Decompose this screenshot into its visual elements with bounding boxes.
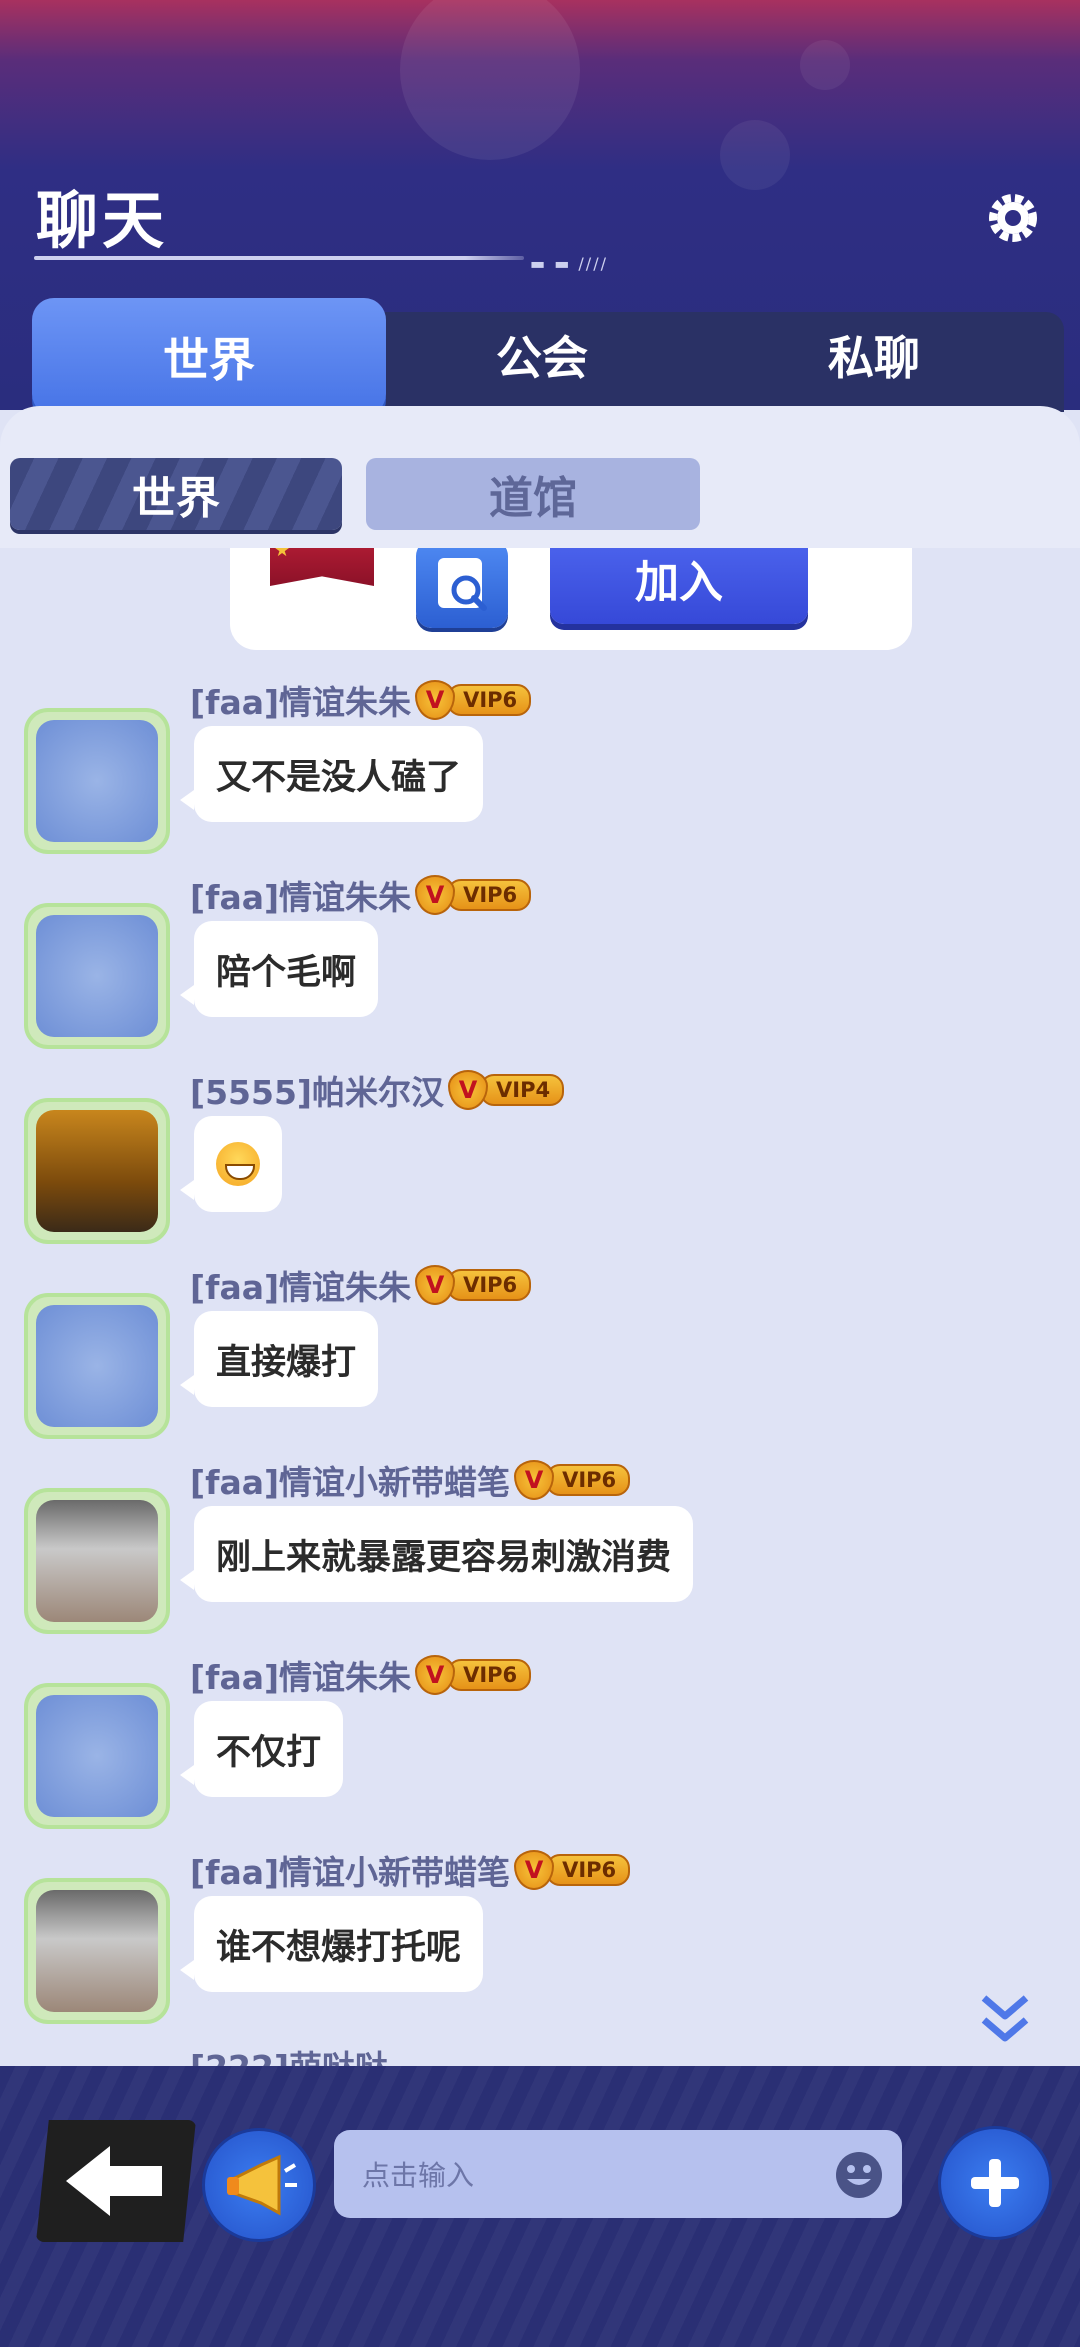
smiley-icon bbox=[836, 2152, 882, 2198]
magnifier-icon bbox=[438, 558, 487, 611]
chat-message: [faa]情谊朱朱 V VIP6 陪个毛啊 bbox=[0, 873, 1080, 1068]
vip-level: VIP6 bbox=[447, 879, 532, 911]
message-bubble[interactable]: 直接爆打 bbox=[179, 1311, 379, 1407]
subtab-gym[interactable]: 道馆 bbox=[366, 458, 700, 530]
grin-emoji-icon bbox=[216, 1142, 260, 1186]
sender-name[interactable]: [faa]情谊朱朱 V VIP6 bbox=[190, 1653, 532, 1697]
sender-name-text: [faa]情谊朱朱 bbox=[190, 878, 412, 917]
chat-message: [faa]情谊朱朱 V VIP6 直接爆打 bbox=[0, 1263, 1080, 1458]
chat-message: [faa]情谊朱朱 V VIP6 又不是没人磕了 bbox=[0, 678, 1080, 873]
vip-badge: V VIP6 bbox=[514, 1460, 631, 1500]
sender-name-text: [222]萌哒哒 bbox=[190, 2048, 389, 2068]
tab-private-chat[interactable]: 私聊 bbox=[704, 300, 1044, 410]
vip-shield-icon: V bbox=[514, 1850, 555, 1890]
avatar-image bbox=[36, 915, 158, 1037]
vip-badge: V VIP6 bbox=[415, 1655, 532, 1695]
avatar[interactable] bbox=[24, 708, 170, 854]
vip-badge: V VIP6 bbox=[415, 1265, 532, 1305]
message-input[interactable] bbox=[360, 2130, 824, 2220]
sender-name[interactable]: [faa]情谊朱朱 V VIP6 bbox=[190, 678, 532, 722]
sender-name[interactable]: [faa]情谊朱朱 V VIP6 bbox=[190, 1263, 532, 1307]
title-underline bbox=[34, 256, 524, 260]
guild-invite-card: ★ 加入 bbox=[230, 548, 912, 650]
vip-level: VIP4 bbox=[480, 1074, 565, 1106]
chat-message: [faa]情谊小新带蜡笔 V VIP6 谁不想爆打托呢 bbox=[0, 1848, 1080, 2043]
vip-badge: V VIP6 bbox=[415, 875, 532, 915]
page-title: 聊天 bbox=[36, 184, 169, 257]
plus-icon bbox=[971, 2159, 1019, 2207]
scroll-to-bottom-button[interactable] bbox=[976, 1988, 1034, 2048]
vip-level: VIP6 bbox=[447, 1659, 532, 1691]
join-button[interactable]: 加入 bbox=[550, 548, 808, 624]
star-icon: ★ bbox=[274, 548, 291, 561]
avatar-image bbox=[36, 1695, 158, 1817]
avatar[interactable] bbox=[24, 1683, 170, 1829]
add-button[interactable] bbox=[938, 2126, 1052, 2240]
double-chevron-down-icon bbox=[981, 1995, 1029, 2042]
title-underline-dashes: ▬ ▬ //// bbox=[530, 254, 608, 273]
sender-name[interactable]: [222]萌哒哒 bbox=[190, 2043, 388, 2068]
vip-level: VIP6 bbox=[447, 684, 532, 716]
arrow-left-icon bbox=[66, 2146, 162, 2216]
paw-decoration bbox=[800, 40, 850, 90]
tab-guild[interactable]: 公会 bbox=[372, 300, 712, 410]
settings-button[interactable] bbox=[985, 190, 1041, 246]
chat-message-partial: [222]萌哒哒 bbox=[0, 2043, 1080, 2068]
message-bubble[interactable]: 陪个毛啊 bbox=[179, 921, 379, 1017]
chat-message: [faa]情谊朱朱 V VIP6 不仅打 bbox=[0, 1653, 1080, 1848]
message-bubble[interactable]: 谁不想爆打托呢 bbox=[179, 1896, 484, 1992]
avatar[interactable] bbox=[24, 1098, 170, 1244]
bottom-bar bbox=[0, 2066, 1080, 2347]
vip-level: VIP6 bbox=[546, 1854, 631, 1886]
vip-shield-icon: V bbox=[415, 1265, 456, 1305]
back-button[interactable] bbox=[36, 2120, 196, 2242]
avatar[interactable] bbox=[24, 1878, 170, 2024]
vip-shield-icon: V bbox=[415, 680, 456, 720]
guild-search-button[interactable] bbox=[416, 548, 508, 628]
sender-name[interactable]: [5555]帕米尔汉 V VIP4 bbox=[190, 1068, 565, 1112]
megaphone-icon bbox=[227, 2154, 297, 2216]
header-decoration bbox=[400, 0, 580, 160]
tab-world[interactable]: 世界 bbox=[32, 298, 386, 438]
sender-name-text: [faa]情谊朱朱 bbox=[190, 1268, 412, 1307]
vip-badge: V VIP6 bbox=[514, 1850, 631, 1890]
avatar-image bbox=[36, 1305, 158, 1427]
message-bubble[interactable]: 不仅打 bbox=[179, 1701, 344, 1797]
subtab-world[interactable]: 世界 bbox=[10, 458, 342, 530]
vip-level: VIP6 bbox=[546, 1464, 631, 1496]
vip-shield-icon: V bbox=[448, 1070, 489, 1110]
chat-message: [5555]帕米尔汉 V VIP4 😁 bbox=[0, 1068, 1080, 1263]
avatar-image bbox=[36, 1500, 158, 1622]
broadcast-button[interactable] bbox=[202, 2128, 316, 2242]
chat-message: [faa]情谊小新带蜡笔 V VIP6 刚上来就暴露更容易刺激消费 bbox=[0, 1458, 1080, 1653]
vip-shield-icon: V bbox=[415, 875, 456, 915]
vip-badge: V VIP6 bbox=[415, 680, 532, 720]
vip-level: VIP6 bbox=[447, 1269, 532, 1301]
avatar[interactable] bbox=[24, 1293, 170, 1439]
avatar-image bbox=[36, 1110, 158, 1232]
sender-name-text: [5555]帕米尔汉 bbox=[190, 1073, 445, 1112]
sender-name[interactable]: [faa]情谊朱朱 V VIP6 bbox=[190, 873, 532, 917]
avatar-image bbox=[36, 1890, 158, 2012]
chat-list[interactable]: ★ 加入 [faa]情谊朱朱 V VIP6 又不是没人磕了 [faa]情谊朱朱 bbox=[0, 548, 1080, 2068]
sender-name[interactable]: [faa]情谊小新带蜡笔 V VIP6 bbox=[190, 1848, 631, 1892]
message-input-box[interactable] bbox=[334, 2130, 902, 2220]
gear-icon bbox=[989, 194, 1037, 242]
avatar[interactable] bbox=[24, 1488, 170, 1634]
message-bubble[interactable]: 😁 bbox=[180, 1116, 282, 1212]
avatar-image bbox=[36, 720, 158, 842]
emoji-button[interactable] bbox=[834, 2150, 884, 2200]
sender-name-text: [faa]情谊小新带蜡笔 bbox=[190, 1853, 511, 1892]
vip-shield-icon: V bbox=[415, 1655, 456, 1695]
message-bubble[interactable]: 又不是没人磕了 bbox=[179, 726, 484, 822]
vip-shield-icon: V bbox=[514, 1460, 555, 1500]
sender-name[interactable]: [faa]情谊小新带蜡笔 V VIP6 bbox=[190, 1458, 631, 1502]
paw-decoration bbox=[720, 120, 790, 190]
sender-name-text: [faa]情谊朱朱 bbox=[190, 1658, 412, 1697]
sender-name-text: [faa]情谊小新带蜡笔 bbox=[190, 1463, 511, 1502]
vip-badge: V VIP4 bbox=[448, 1070, 565, 1110]
sender-name-text: [faa]情谊朱朱 bbox=[190, 683, 412, 722]
message-bubble[interactable]: 刚上来就暴露更容易刺激消费 bbox=[179, 1506, 694, 1602]
avatar[interactable] bbox=[24, 903, 170, 1049]
